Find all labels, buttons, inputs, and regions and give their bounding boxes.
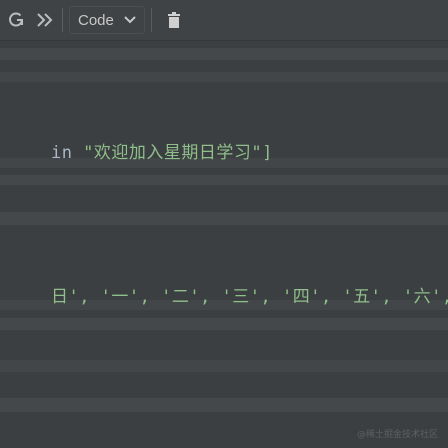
restart-kernel-button[interactable]: [2, 0, 30, 40]
code-line[interactable]: in "欢迎加入星期日学习"]: [8, 118, 273, 183]
code-string: 日', '一', '二', '三', '四', '五', '六',: [50, 287, 448, 307]
toolbar-divider: [150, 8, 152, 32]
trash-icon: [167, 12, 180, 28]
notebook-row-band: [0, 72, 448, 82]
notebook-page: Code in "欢迎加入星期日学习"] 日', '一', '二', '三', …: [0, 0, 448, 448]
notebook-toolbar: Code: [0, 0, 448, 41]
chevron-down-icon: [124, 16, 136, 24]
code-keyword: in: [50, 143, 84, 163]
fast-forward-run-icon: [37, 13, 53, 27]
notebook-row-band: [0, 360, 448, 372]
toolbar-divider: [62, 8, 63, 32]
notebook-row-band: [0, 212, 448, 225]
cell-type-dropdown[interactable]: Code: [69, 6, 145, 34]
code-line[interactable]: 日', '一', '二', '三', '四', '五', '六',: [8, 262, 448, 327]
restart-kernel-icon: [9, 12, 23, 27]
cell-type-label: Code: [78, 11, 114, 29]
notebook-row-band: [0, 48, 448, 60]
watermark: @稀土掘金技术社区: [356, 430, 438, 440]
delete-cell-button[interactable]: [164, 0, 184, 40]
run-all-button[interactable]: [32, 0, 58, 40]
notebook-row-band: [0, 398, 448, 412]
code-string: "欢迎加入星期日学习"]: [83, 143, 273, 163]
